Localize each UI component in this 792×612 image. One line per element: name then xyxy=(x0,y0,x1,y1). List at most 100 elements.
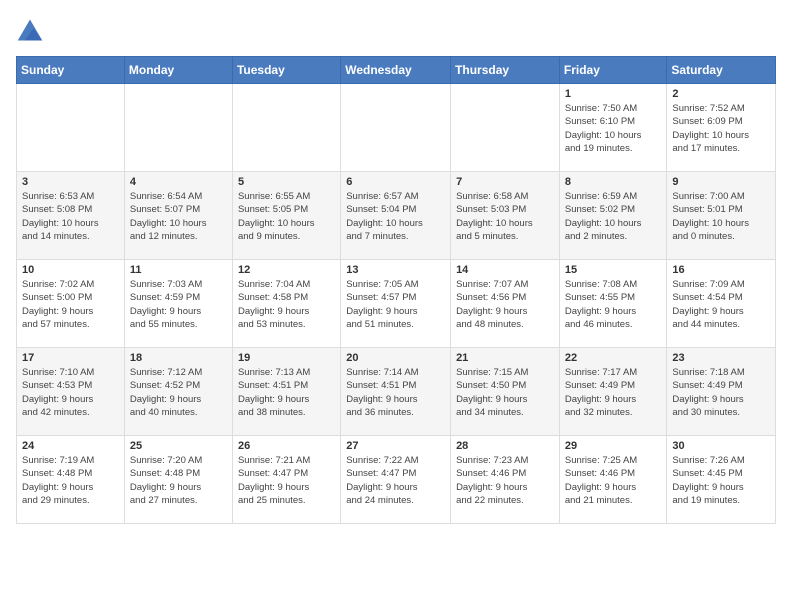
day-info: Sunrise: 7:05 AM Sunset: 4:57 PM Dayligh… xyxy=(346,278,445,331)
day-number: 23 xyxy=(672,352,770,364)
calendar-cell: 8 Sunrise: 6:59 AM Sunset: 5:02 PM Daylig… xyxy=(559,172,667,260)
calendar-cell: 2 Sunrise: 7:52 AM Sunset: 6:09 PM Daylig… xyxy=(667,84,776,172)
calendar-cell: 7 Sunrise: 6:58 AM Sunset: 5:03 PM Daylig… xyxy=(451,172,560,260)
day-number: 27 xyxy=(346,440,445,452)
day-info: Sunrise: 7:07 AM Sunset: 4:56 PM Dayligh… xyxy=(456,278,554,331)
day-info: Sunrise: 7:15 AM Sunset: 4:50 PM Dayligh… xyxy=(456,366,554,419)
day-number: 4 xyxy=(130,176,227,188)
day-number: 14 xyxy=(456,264,554,276)
calendar-cell xyxy=(341,84,451,172)
weekday-header-tuesday: Tuesday xyxy=(232,57,340,84)
calendar-cell: 17 Sunrise: 7:10 AM Sunset: 4:53 PM Dayli… xyxy=(17,348,125,436)
day-info: Sunrise: 6:53 AM Sunset: 5:08 PM Dayligh… xyxy=(22,190,119,243)
weekday-header-thursday: Thursday xyxy=(451,57,560,84)
calendar-cell: 6Sunrise: 6:57 AM Sunset: 5:04 PM Daylig… xyxy=(341,172,451,260)
weekday-header-wednesday: Wednesday xyxy=(341,57,451,84)
calendar-cell: 18 Sunrise: 7:12 AM Sunset: 4:52 PM Dayli… xyxy=(124,348,232,436)
page-header xyxy=(16,16,776,44)
day-number: 20 xyxy=(346,352,445,364)
day-info: Sunrise: 6:54 AM Sunset: 5:07 PM Dayligh… xyxy=(130,190,227,243)
logo xyxy=(16,16,48,44)
calendar-table: SundayMondayTuesdayWednesdayThursdayFrid… xyxy=(16,56,776,524)
day-info: Sunrise: 7:26 AM Sunset: 4:45 PM Dayligh… xyxy=(672,454,770,507)
day-number: 15 xyxy=(565,264,662,276)
day-number: 5 xyxy=(238,176,335,188)
day-info: Sunrise: 7:22 AM Sunset: 4:47 PM Dayligh… xyxy=(346,454,445,507)
day-info: Sunrise: 7:02 AM Sunset: 5:00 PM Dayligh… xyxy=(22,278,119,331)
calendar-cell: 15 Sunrise: 7:08 AM Sunset: 4:55 PM Dayli… xyxy=(559,260,667,348)
day-number: 11 xyxy=(130,264,227,276)
calendar-cell: 30 Sunrise: 7:26 AM Sunset: 4:45 PM Dayli… xyxy=(667,436,776,524)
day-number: 26 xyxy=(238,440,335,452)
calendar-cell: 12Sunrise: 7:04 AM Sunset: 4:58 PM Dayli… xyxy=(232,260,340,348)
day-info: Sunrise: 7:00 AM Sunset: 5:01 PM Dayligh… xyxy=(672,190,770,243)
day-info: Sunrise: 7:52 AM Sunset: 6:09 PM Dayligh… xyxy=(672,102,770,155)
day-number: 18 xyxy=(130,352,227,364)
day-info: Sunrise: 7:20 AM Sunset: 4:48 PM Dayligh… xyxy=(130,454,227,507)
day-info: Sunrise: 7:21 AM Sunset: 4:47 PM Dayligh… xyxy=(238,454,335,507)
weekday-header-monday: Monday xyxy=(124,57,232,84)
weekday-header-row: SundayMondayTuesdayWednesdayThursdayFrid… xyxy=(17,57,776,84)
day-number: 3 xyxy=(22,176,119,188)
weekday-header-friday: Friday xyxy=(559,57,667,84)
calendar-cell: 22 Sunrise: 7:17 AM Sunset: 4:49 PM Dayli… xyxy=(559,348,667,436)
week-row-3: 17 Sunrise: 7:10 AM Sunset: 4:53 PM Dayli… xyxy=(17,348,776,436)
calendar-cell: 26 Sunrise: 7:21 AM Sunset: 4:47 PM Dayli… xyxy=(232,436,340,524)
week-row-0: 1Sunrise: 7:50 AM Sunset: 6:10 PM Daylig… xyxy=(17,84,776,172)
calendar-cell: 20 Sunrise: 7:14 AM Sunset: 4:51 PM Dayli… xyxy=(341,348,451,436)
day-number: 6 xyxy=(346,176,445,188)
day-number: 9 xyxy=(672,176,770,188)
weekday-header-sunday: Sunday xyxy=(17,57,125,84)
calendar-cell: 11 Sunrise: 7:03 AM Sunset: 4:59 PM Dayli… xyxy=(124,260,232,348)
day-number: 28 xyxy=(456,440,554,452)
day-number: 2 xyxy=(672,88,770,100)
day-info: Sunrise: 7:25 AM Sunset: 4:46 PM Dayligh… xyxy=(565,454,662,507)
week-row-4: 24Sunrise: 7:19 AM Sunset: 4:48 PM Dayli… xyxy=(17,436,776,524)
calendar-cell: 25 Sunrise: 7:20 AM Sunset: 4:48 PM Dayli… xyxy=(124,436,232,524)
day-number: 16 xyxy=(672,264,770,276)
day-info: Sunrise: 7:08 AM Sunset: 4:55 PM Dayligh… xyxy=(565,278,662,331)
calendar-cell: 16 Sunrise: 7:09 AM Sunset: 4:54 PM Dayli… xyxy=(667,260,776,348)
day-info: Sunrise: 6:59 AM Sunset: 5:02 PM Dayligh… xyxy=(565,190,662,243)
calendar-cell xyxy=(17,84,125,172)
day-info: Sunrise: 7:09 AM Sunset: 4:54 PM Dayligh… xyxy=(672,278,770,331)
day-info: Sunrise: 7:13 AM Sunset: 4:51 PM Dayligh… xyxy=(238,366,335,419)
calendar-cell: 3 Sunrise: 6:53 AM Sunset: 5:08 PM Daylig… xyxy=(17,172,125,260)
calendar-cell: 5 Sunrise: 6:55 AM Sunset: 5:05 PM Daylig… xyxy=(232,172,340,260)
week-row-2: 10 Sunrise: 7:02 AM Sunset: 5:00 PM Dayli… xyxy=(17,260,776,348)
day-number: 25 xyxy=(130,440,227,452)
calendar-cell xyxy=(232,84,340,172)
day-info: Sunrise: 7:03 AM Sunset: 4:59 PM Dayligh… xyxy=(130,278,227,331)
calendar-cell: 28 Sunrise: 7:23 AM Sunset: 4:46 PM Dayli… xyxy=(451,436,560,524)
week-row-1: 3 Sunrise: 6:53 AM Sunset: 5:08 PM Daylig… xyxy=(17,172,776,260)
day-info: Sunrise: 7:17 AM Sunset: 4:49 PM Dayligh… xyxy=(565,366,662,419)
day-number: 13 xyxy=(346,264,445,276)
day-number: 30 xyxy=(672,440,770,452)
day-info: Sunrise: 7:19 AM Sunset: 4:48 PM Dayligh… xyxy=(22,454,119,507)
day-number: 1 xyxy=(565,88,662,100)
day-number: 19 xyxy=(238,352,335,364)
day-number: 7 xyxy=(456,176,554,188)
day-info: Sunrise: 7:18 AM Sunset: 4:49 PM Dayligh… xyxy=(672,366,770,419)
day-number: 8 xyxy=(565,176,662,188)
weekday-header-saturday: Saturday xyxy=(667,57,776,84)
day-info: Sunrise: 6:58 AM Sunset: 5:03 PM Dayligh… xyxy=(456,190,554,243)
calendar-cell: 29 Sunrise: 7:25 AM Sunset: 4:46 PM Dayli… xyxy=(559,436,667,524)
calendar-cell: 13 Sunrise: 7:05 AM Sunset: 4:57 PM Dayli… xyxy=(341,260,451,348)
day-info: Sunrise: 7:10 AM Sunset: 4:53 PM Dayligh… xyxy=(22,366,119,419)
calendar-cell: 23 Sunrise: 7:18 AM Sunset: 4:49 PM Dayli… xyxy=(667,348,776,436)
day-info: Sunrise: 7:04 AM Sunset: 4:58 PM Dayligh… xyxy=(238,278,335,331)
day-number: 21 xyxy=(456,352,554,364)
day-number: 29 xyxy=(565,440,662,452)
day-number: 22 xyxy=(565,352,662,364)
calendar-cell: 4 Sunrise: 6:54 AM Sunset: 5:07 PM Daylig… xyxy=(124,172,232,260)
calendar-cell: 24Sunrise: 7:19 AM Sunset: 4:48 PM Dayli… xyxy=(17,436,125,524)
day-info: Sunrise: 7:12 AM Sunset: 4:52 PM Dayligh… xyxy=(130,366,227,419)
day-info: Sunrise: 7:23 AM Sunset: 4:46 PM Dayligh… xyxy=(456,454,554,507)
calendar-cell: 1Sunrise: 7:50 AM Sunset: 6:10 PM Daylig… xyxy=(559,84,667,172)
calendar-cell: 10 Sunrise: 7:02 AM Sunset: 5:00 PM Dayli… xyxy=(17,260,125,348)
day-info: Sunrise: 6:55 AM Sunset: 5:05 PM Dayligh… xyxy=(238,190,335,243)
day-info: Sunrise: 7:14 AM Sunset: 4:51 PM Dayligh… xyxy=(346,366,445,419)
day-number: 17 xyxy=(22,352,119,364)
day-number: 10 xyxy=(22,264,119,276)
